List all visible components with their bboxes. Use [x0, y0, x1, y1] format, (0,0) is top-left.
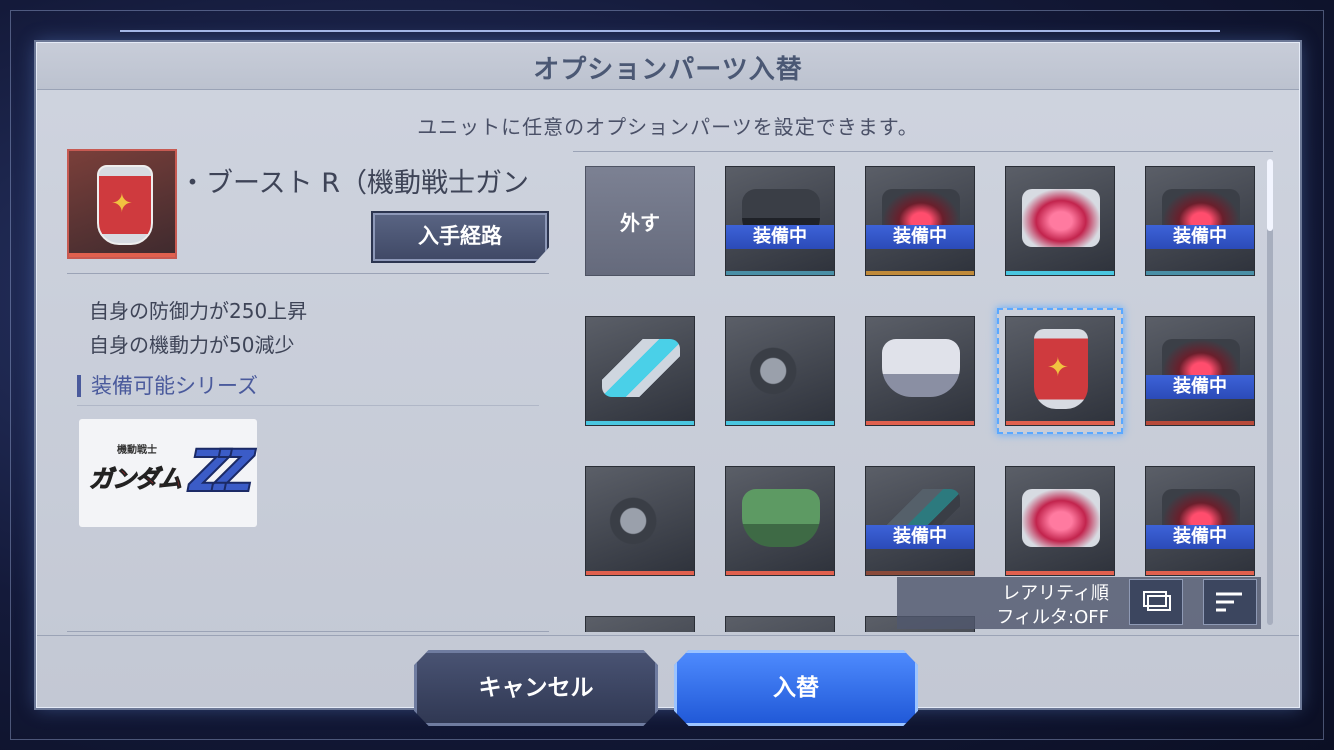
- selection-frame: [997, 308, 1123, 434]
- sort-lines-icon: [1216, 592, 1242, 612]
- rarity-bar: [1146, 421, 1254, 425]
- rarity-bar: [1146, 271, 1254, 275]
- equipped-badge: 装備中: [1146, 525, 1254, 549]
- sort-filter-panel: レアリティ順 フィルタ:OFF: [897, 577, 1261, 629]
- footer-divider: [37, 635, 1299, 636]
- part-slot[interactable]: [1005, 466, 1115, 576]
- card-view-button[interactable]: [1129, 579, 1183, 625]
- rarity-bar: [1006, 271, 1114, 275]
- divider: [77, 405, 539, 406]
- rarity-bar: [1006, 571, 1114, 575]
- frame-top-line: [120, 30, 1220, 32]
- part-slot[interactable]: [865, 316, 975, 426]
- part-slot[interactable]: 装備中: [865, 166, 975, 276]
- sort-order-label[interactable]: レアリティ順: [1002, 579, 1109, 605]
- effect-line-2: 自身の機動力が50減少: [89, 333, 295, 357]
- part-slot[interactable]: [1005, 166, 1115, 276]
- effect-line-1: 自身の防御力が250上昇: [89, 299, 308, 323]
- part-icon: [602, 489, 680, 547]
- part-slot[interactable]: 装備中: [1145, 466, 1255, 576]
- series-heading: 装備可能シリーズ: [77, 375, 258, 397]
- part-icon: [1022, 189, 1100, 247]
- rarity-bar: [726, 271, 834, 275]
- logo-subtext: 機動戦士: [117, 445, 157, 456]
- selected-part-name: ・ブースト R（機動戦士ガン: [179, 168, 529, 199]
- acquisition-route-button[interactable]: 入手経路: [371, 211, 549, 263]
- replace-button[interactable]: 入替: [674, 650, 918, 726]
- cancel-button[interactable]: キャンセル: [414, 650, 658, 726]
- part-icon: [742, 339, 820, 397]
- rarity-bar: [866, 421, 974, 425]
- dialog-subtitle: ユニットに任意のオプションパーツを設定できます。: [417, 115, 919, 139]
- part-icon: [602, 339, 680, 397]
- series-logo-gundam-zz: 機動戦士 ガンダム ZZ: [79, 419, 257, 527]
- unequip-slot[interactable]: 外す: [585, 166, 695, 276]
- rarity-bar: [726, 421, 834, 425]
- part-slot[interactable]: [725, 466, 835, 576]
- scrollbar-thumb[interactable]: [1267, 159, 1273, 231]
- rarity-bar: [1146, 571, 1254, 575]
- part-slot[interactable]: 装備中: [1145, 166, 1255, 276]
- part-slot[interactable]: 装備中: [725, 166, 835, 276]
- rarity-bar: [726, 571, 834, 575]
- divider: [67, 273, 549, 274]
- part-icon: [1022, 489, 1100, 547]
- dialog-titlebar: オプションパーツ入替: [37, 43, 1299, 90]
- equipped-badge: 装備中: [726, 225, 834, 249]
- rarity-bar: [586, 421, 694, 425]
- option-parts-dialog: オプションパーツ入替 ユニットに任意のオプションパーツを設定できます。 ・ブース…: [36, 42, 1300, 708]
- equipped-badge: 装備中: [1146, 375, 1254, 399]
- part-icon: [742, 489, 820, 547]
- logo-zz-mark: ZZ: [188, 436, 256, 506]
- part-icon: [882, 339, 960, 397]
- rarity-bar: [586, 571, 694, 575]
- part-slot[interactable]: [725, 316, 835, 426]
- part-slot[interactable]: [725, 616, 835, 632]
- filter-status-label[interactable]: フィルタ:OFF: [996, 603, 1109, 629]
- part-slot[interactable]: 装備中: [865, 466, 975, 576]
- grid-scrollbar[interactable]: [1267, 159, 1273, 625]
- logo-main-text: ガンダム: [89, 465, 183, 494]
- selected-part-icon: [67, 149, 177, 259]
- equipped-badge: 装備中: [866, 225, 974, 249]
- part-slot[interactable]: [585, 316, 695, 426]
- parts-grid[interactable]: 外す装備中装備中装備中装備中装備中装備中: [573, 151, 1273, 632]
- equipped-badge: 装備中: [1146, 225, 1254, 249]
- dialog-title: オプションパーツ入替: [533, 55, 803, 85]
- card-view-icon: [1143, 591, 1171, 611]
- rarity-bar: [866, 571, 974, 575]
- part-slot[interactable]: 装備中: [1145, 316, 1255, 426]
- equipped-badge: 装備中: [866, 525, 974, 549]
- shield-icon: [97, 165, 153, 245]
- divider: [67, 631, 549, 632]
- rarity-bar: [866, 271, 974, 275]
- part-slot[interactable]: [585, 616, 695, 632]
- part-slot[interactable]: [585, 466, 695, 576]
- sort-button[interactable]: [1203, 579, 1257, 625]
- unequip-label: 外す: [620, 211, 660, 235]
